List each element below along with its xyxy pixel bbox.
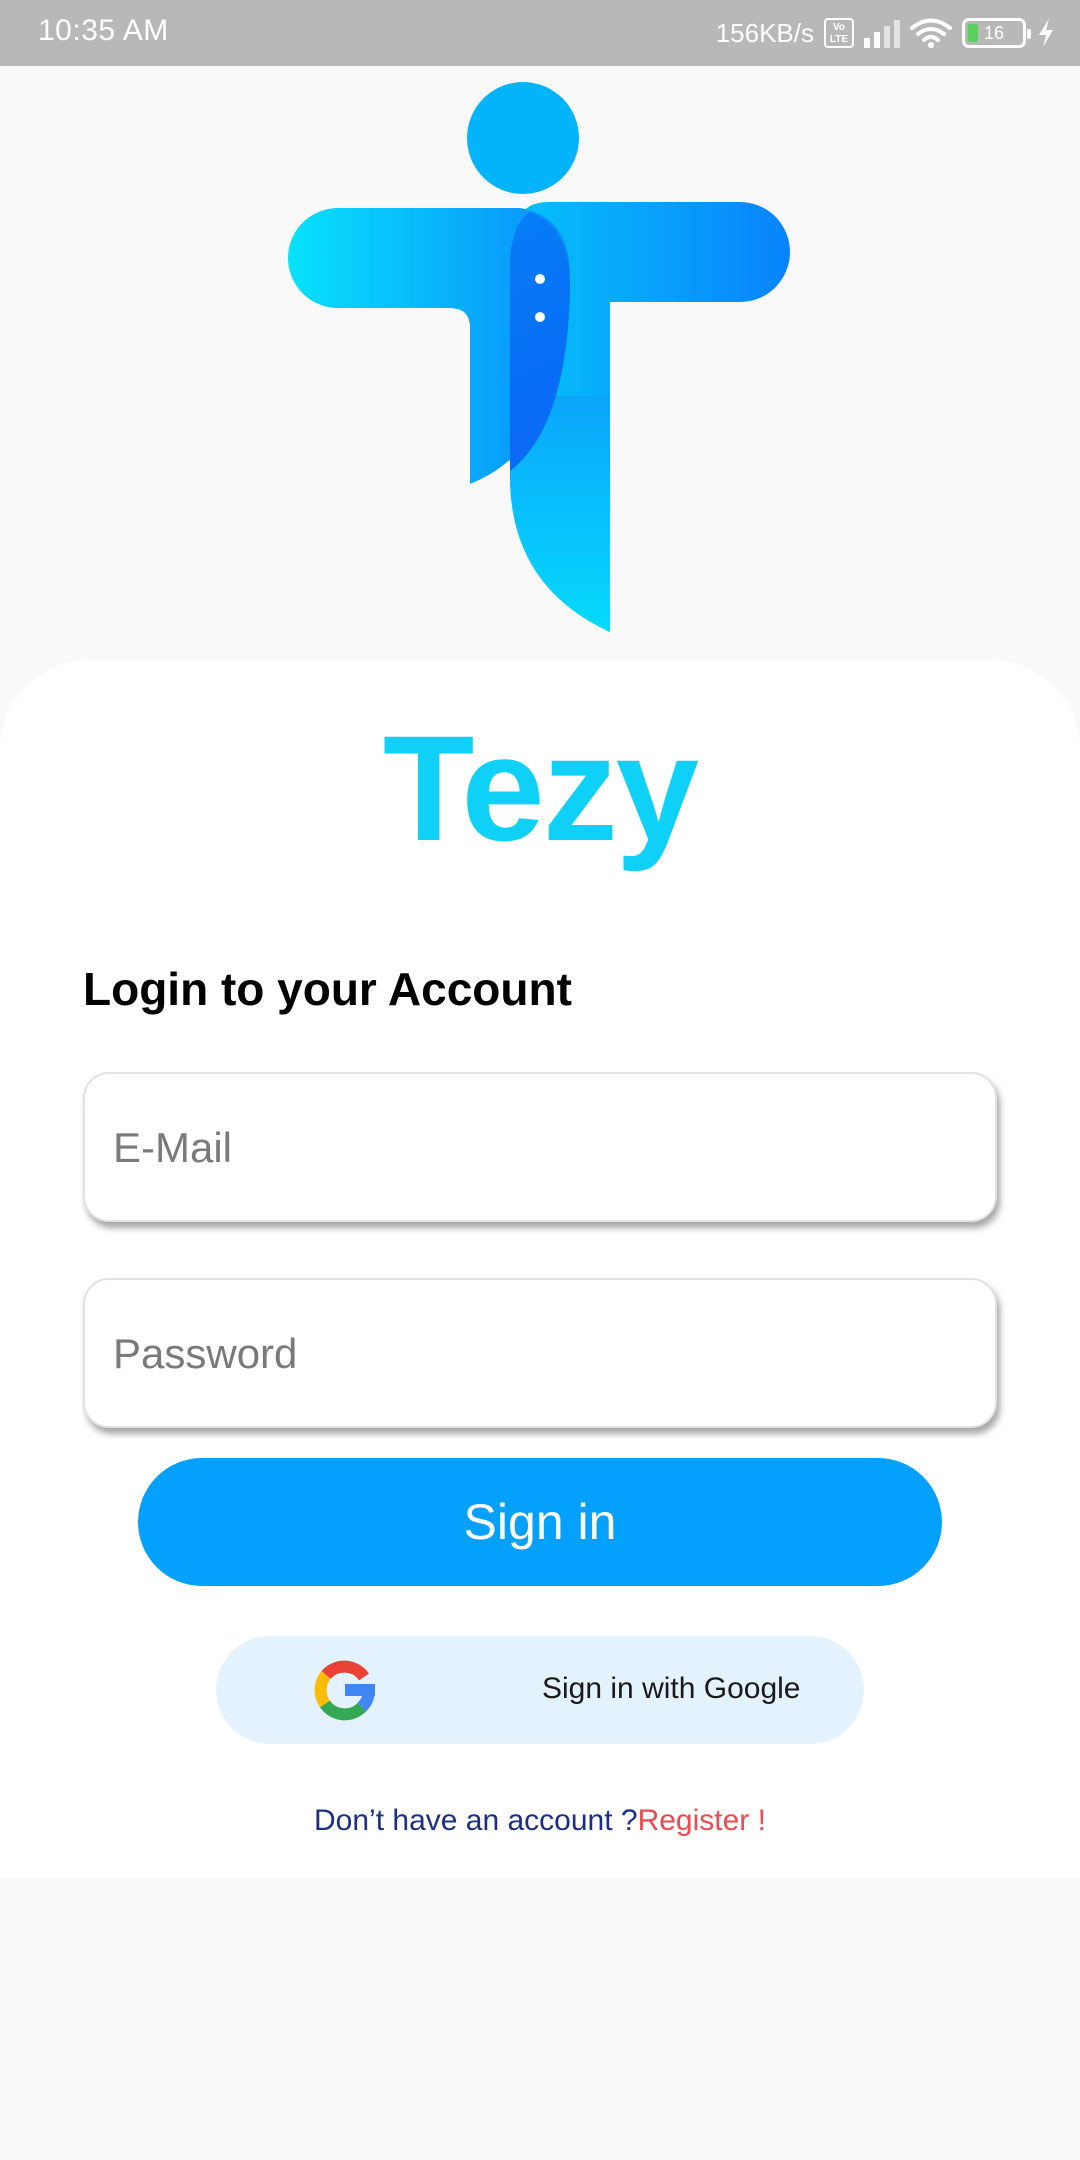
sign-in-button[interactable]: Sign in <box>138 1458 942 1586</box>
status-time: 10:35 AM <box>38 14 169 47</box>
register-prompt: Don’t have an account ? <box>314 1804 638 1837</box>
password-field-container <box>83 1278 997 1428</box>
status-icons: 156KB/s Vo LTE 16 <box>716 12 1056 54</box>
battery-level: 16 <box>984 22 1005 43</box>
google-sign-in-button[interactable]: Sign in with Google <box>216 1636 864 1744</box>
battery-fill <box>968 24 978 42</box>
charging-bolt-icon <box>1039 19 1053 47</box>
app-name: Tezy <box>382 704 699 872</box>
google-g-icon <box>314 1660 376 1721</box>
login-heading: Login to your Account <box>83 963 572 1015</box>
register-prompt-line: Don’t have an account ?Register ! <box>0 1804 1080 1838</box>
login-card: Tezy Login to your Account Sign in Sign … <box>0 660 1080 1878</box>
email-field[interactable] <box>111 1074 975 1222</box>
wifi-icon <box>910 18 952 48</box>
signal-icon <box>864 18 900 48</box>
password-field[interactable] <box>111 1280 975 1428</box>
volte-icon: Vo LTE <box>824 18 854 48</box>
status-bar: 10:35 AM 156KB/s Vo LTE 16 <box>0 0 1080 66</box>
battery-icon: 16 <box>962 18 1031 48</box>
email-field-container <box>83 1072 997 1222</box>
google-sign-in-label: Sign in with Google <box>542 1672 801 1705</box>
network-speed: 156KB/s <box>715 17 814 48</box>
register-link[interactable]: Register ! <box>638 1804 766 1837</box>
tezy-logo-icon <box>288 82 790 632</box>
